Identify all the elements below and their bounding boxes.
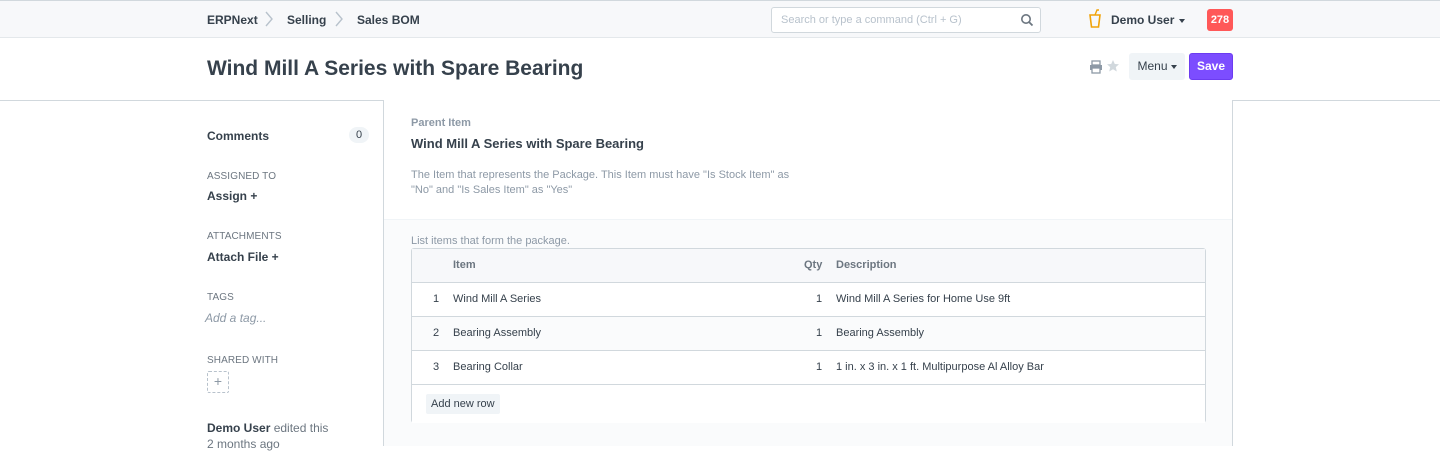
column-header-item: Item bbox=[453, 259, 476, 271]
activity-text: edited this bbox=[273, 421, 329, 435]
parent-item-description: The Item that represents the Package. Th… bbox=[411, 169, 790, 196]
row-qty[interactable]: 1 bbox=[816, 361, 822, 373]
items-description: List items that form the package. bbox=[411, 235, 570, 247]
user-menu[interactable]: Demo User bbox=[1111, 13, 1186, 27]
form-layout: Parent Item Wind Mill A Series with Spar… bbox=[383, 100, 1233, 446]
notification-badge[interactable]: 278 bbox=[1207, 9, 1233, 31]
row-description[interactable]: Bearing Assembly bbox=[836, 327, 924, 339]
breadcrumb-sales-bom[interactable]: Sales BOM bbox=[357, 13, 420, 27]
shared-with-label: SHARED WITH bbox=[207, 355, 279, 366]
row-item[interactable]: Bearing Assembly bbox=[453, 327, 541, 339]
column-header-qty: Qty bbox=[804, 259, 823, 271]
printer-icon[interactable] bbox=[1089, 60, 1103, 74]
parent-item-label: Parent Item bbox=[411, 117, 471, 129]
row-qty[interactable]: 1 bbox=[816, 293, 822, 305]
page-head: Wind Mill A Series with Spare Bearing Me… bbox=[0, 38, 1440, 101]
activity-note: Demo User edited this 2 months ago bbox=[207, 420, 328, 452]
items-table: Item Qty Description 1 Wind Mill A Serie… bbox=[411, 248, 1206, 423]
add-tag-input[interactable]: Add a tag... bbox=[205, 311, 266, 325]
star-icon[interactable] bbox=[1106, 59, 1120, 73]
user-name: Demo User bbox=[1111, 13, 1175, 27]
breadcrumb-selling[interactable]: Selling bbox=[287, 13, 326, 27]
table-footer: Add new row bbox=[412, 385, 1205, 423]
menu-button-label: Menu bbox=[1137, 59, 1168, 73]
add-new-row-button[interactable]: Add new row bbox=[426, 394, 500, 414]
chevron-right-icon bbox=[265, 11, 273, 27]
comments-count-badge: 0 bbox=[349, 127, 369, 143]
row-index: 1 bbox=[433, 293, 440, 305]
assign-button[interactable]: Assign + bbox=[207, 189, 257, 203]
activity-user[interactable]: Demo User bbox=[207, 421, 270, 435]
parent-item-value[interactable]: Wind Mill A Series with Spare Bearing bbox=[411, 136, 644, 151]
row-qty[interactable]: 1 bbox=[816, 327, 822, 339]
page-title: Wind Mill A Series with Spare Bearing bbox=[207, 57, 584, 80]
caret-down-icon bbox=[1179, 18, 1186, 23]
row-index: 2 bbox=[433, 327, 440, 339]
tags-label: TAGS bbox=[207, 292, 234, 303]
navbar: ERPNext Selling Sales BOM Demo User 278 bbox=[0, 0, 1440, 38]
table-row[interactable]: 3 Bearing Collar 1 1 in. x 3 in. x 1 ft.… bbox=[412, 351, 1205, 385]
add-share-button[interactable]: + bbox=[207, 371, 229, 393]
row-description[interactable]: 1 in. x 3 in. x 1 ft. Multipurpose Al Al… bbox=[836, 361, 1044, 373]
table-header-row: Item Qty Description bbox=[412, 249, 1205, 283]
breadcrumb-erpnext[interactable]: ERPNext bbox=[207, 13, 258, 27]
activity-time: 2 months ago bbox=[207, 437, 280, 451]
chevron-right-icon bbox=[335, 11, 343, 27]
row-item[interactable]: Bearing Collar bbox=[453, 361, 523, 373]
search-icon[interactable] bbox=[1020, 13, 1034, 27]
assigned-to-label: ASSIGNED TO bbox=[207, 171, 277, 182]
row-item[interactable]: Wind Mill A Series bbox=[453, 293, 541, 305]
row-description[interactable]: Wind Mill A Series for Home Use 9ft bbox=[836, 293, 1010, 305]
search-box bbox=[771, 7, 1041, 33]
user-avatar-icon[interactable] bbox=[1088, 9, 1102, 29]
menu-button[interactable]: Menu bbox=[1129, 53, 1185, 80]
caret-down-icon bbox=[1170, 64, 1177, 69]
row-index: 3 bbox=[433, 361, 440, 373]
attach-file-button[interactable]: Attach File + bbox=[207, 250, 279, 264]
save-button[interactable]: Save bbox=[1189, 53, 1233, 80]
attachments-label: ATTACHMENTS bbox=[207, 231, 282, 242]
table-row[interactable]: 2 Bearing Assembly 1 Bearing Assembly bbox=[412, 317, 1205, 351]
table-row[interactable]: 1 Wind Mill A Series 1 Wind Mill A Serie… bbox=[412, 283, 1205, 317]
comments-link[interactable]: Comments bbox=[207, 129, 269, 143]
search-input[interactable] bbox=[772, 8, 1012, 32]
column-header-description: Description bbox=[836, 259, 897, 271]
